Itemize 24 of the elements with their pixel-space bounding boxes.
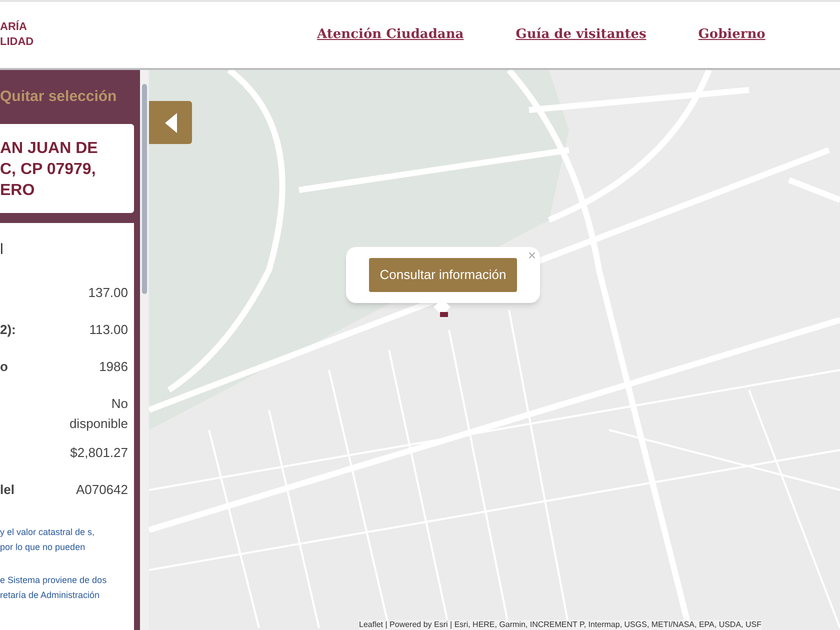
detail-label: lel — [0, 481, 14, 499]
detail-value: No disponible — [68, 395, 128, 433]
detail-value: 113.00 — [88, 321, 128, 339]
address-text: C, CP 07979, — [0, 160, 97, 180]
consult-info-button[interactable]: Consultar información — [368, 258, 518, 292]
logo-text: ARÍA LIDAD — [0, 20, 35, 50]
nav-link[interactable]: Atención Ciudadana — [317, 25, 464, 45]
details-title: l — [0, 240, 4, 260]
detail-value: 137.00 — [87, 284, 128, 302]
detail-label: 2): — [0, 321, 16, 339]
nav-link[interactable]: Guía de visitantes — [516, 25, 646, 45]
note-text: y el valor catastral de s, por lo que no pueden — [0, 526, 96, 554]
detail-value: $2,801.27 — [69, 444, 128, 462]
detail-label: o — [0, 358, 8, 376]
detail-value: A070642 — [74, 481, 128, 499]
detail-value: 1986 — [98, 358, 128, 376]
note-text: e Sistema proviene de dos retaría de Administración — [0, 574, 108, 602]
left-triangle-icon — [164, 112, 176, 132]
nav-link[interactable]: Gobierno — [698, 25, 766, 45]
address-text: AN JUAN DE — [0, 139, 99, 159]
map-marker — [440, 312, 448, 317]
collapse-panel-button[interactable] — [149, 101, 192, 144]
map-attribution: Leaflet | Powered by Esri | Esri, HERE, Garmin, INCREMENT P, Intermap, USGS, METI/NASA, EPA, USDA, USF — [359, 620, 762, 630]
address-text: ERO — [0, 181, 36, 201]
